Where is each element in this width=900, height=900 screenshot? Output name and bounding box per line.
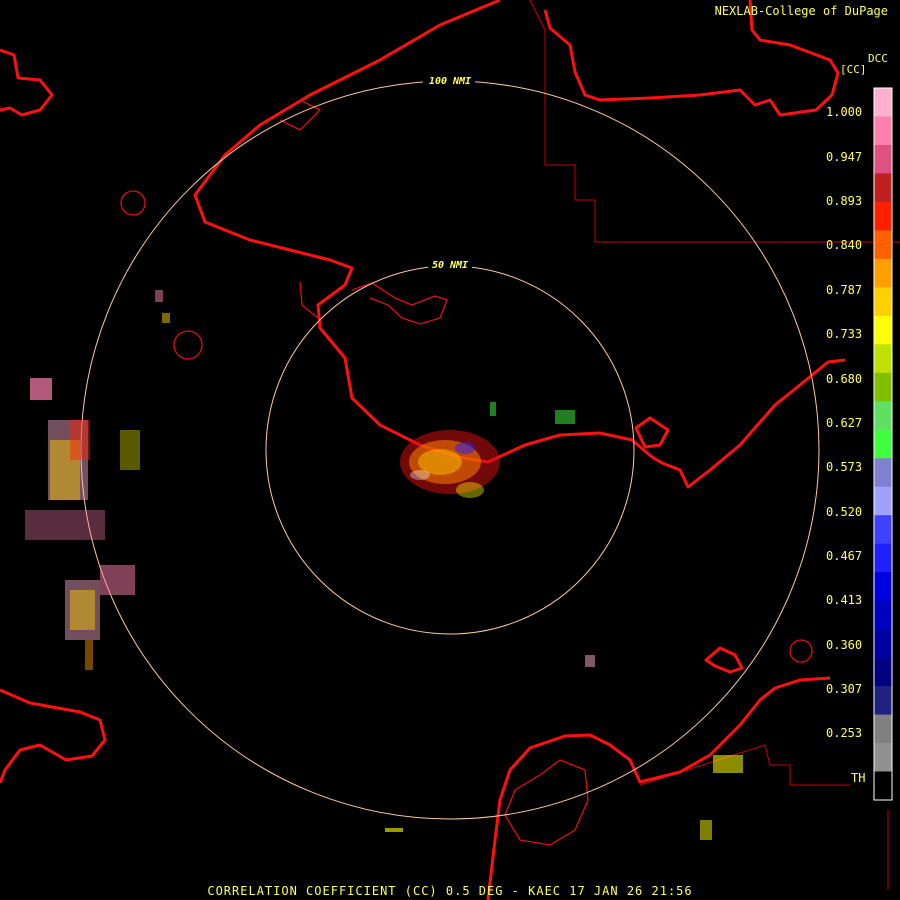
colorbar-segment — [874, 287, 892, 317]
colorbar-segment — [874, 543, 892, 573]
colorbar-segment — [874, 629, 892, 659]
colorbar-tick-label: 0.253 — [826, 726, 863, 740]
colorbar-segment — [874, 429, 892, 459]
colorbar-segment — [874, 201, 892, 231]
colorbar-tick-label: 0.680 — [826, 372, 863, 386]
ring-label-50: 50 NMI — [432, 260, 468, 271]
colorbar-segment — [874, 116, 892, 146]
colorbar-segment — [874, 401, 892, 431]
colorbar-segment — [874, 88, 892, 117]
colorbar-segment — [874, 686, 892, 716]
colorbar-segment — [874, 515, 892, 545]
radar-map: 50 NMI 100 NMI — [0, 0, 900, 900]
colorbar-tick-label: 0.840 — [826, 238, 863, 252]
colorbar-segment — [874, 144, 892, 174]
colorbar-threshold-label: TH — [851, 771, 866, 785]
colorbar-tick-label: 0.733 — [826, 327, 863, 341]
colorbar-segment — [874, 714, 892, 744]
credit-text: NEXLAB-College of DuPage — [714, 4, 888, 18]
colorbar-unit: [CC] — [840, 63, 867, 76]
colorbar-segment — [874, 173, 892, 203]
colorbar-segment — [874, 657, 892, 687]
colorbar-segment — [874, 572, 892, 602]
colorbar-tick-label: 0.360 — [826, 638, 863, 652]
colorbar-tick-label: 1.000 — [826, 105, 863, 119]
ring-label-100: 100 NMI — [429, 76, 471, 87]
colorbar-segment — [874, 258, 892, 288]
colorbar-tick-label: 0.893 — [826, 194, 863, 208]
colorbar-tick-label: 0.787 — [826, 283, 863, 297]
colorbar-tick-label: 0.467 — [826, 549, 863, 563]
colorbar-segment — [874, 458, 892, 488]
product-code: DCC — [868, 52, 888, 65]
colorbar-tick-label: 0.573 — [826, 460, 863, 474]
colorbar-tick-label: 0.307 — [826, 682, 863, 696]
colorbar-tick-label: 0.627 — [826, 416, 863, 430]
colorbar-segment — [874, 372, 892, 402]
colorbar-tick-label: 0.947 — [826, 150, 863, 164]
colorbar-segment — [874, 486, 892, 516]
colorbar-segment — [874, 600, 892, 630]
colorbar-tick-label: 0.413 — [826, 593, 863, 607]
product-footer: CORRELATION COEFFICIENT (CC) 0.5 DEG - K… — [207, 884, 693, 898]
colorbar-tick-label: 0.520 — [826, 505, 863, 519]
colorbar-segment — [874, 743, 892, 773]
colorbar-segment — [874, 771, 892, 801]
colorbar-segment — [874, 230, 892, 260]
colorbar-segment — [874, 315, 892, 345]
colorbar-segment — [874, 344, 892, 374]
colorbar — [873, 87, 893, 801]
